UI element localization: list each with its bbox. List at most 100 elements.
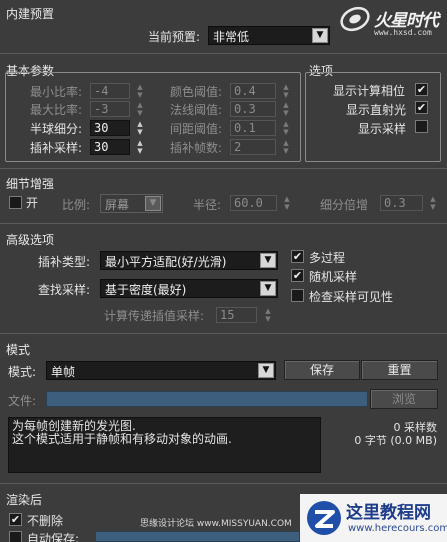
after-render-section-title: 渲染后 xyxy=(6,493,43,507)
interp-samples-label: 插补采样: xyxy=(30,141,83,155)
preset-section-title: 内建预置 xyxy=(6,7,55,21)
chevron-down-icon[interactable]: ▼ xyxy=(260,253,276,268)
spinner-arrows-icon[interactable]: ▲ ▼ xyxy=(135,120,145,136)
clr-thresh-field[interactable]: 0.4 xyxy=(230,83,276,99)
hemi-subdivs-field[interactable]: 30 xyxy=(90,120,130,136)
interp-frames-field[interactable]: 2 xyxy=(230,139,276,155)
watermark-url: www.herecours.com xyxy=(348,523,447,534)
current-preset-dropdown[interactable]: 非常低 ▼ xyxy=(208,26,330,45)
spinner-arrows-icon[interactable]: ▲ ▼ xyxy=(282,195,292,211)
dont-delete-label: 不删除 xyxy=(27,514,64,528)
detail-scale-value: 屏幕 xyxy=(105,198,130,212)
logo-url: www.hxsd.com xyxy=(374,28,432,37)
separator xyxy=(0,168,447,169)
nrm-thresh-field[interactable]: 0.3 xyxy=(230,101,276,117)
spinner-arrows-icon[interactable]: ▲ ▼ xyxy=(281,120,291,136)
hemi-subdivs-label: 半球细分: xyxy=(30,122,83,136)
spinner-arrows-icon[interactable]: ▲ ▼ xyxy=(135,83,145,99)
watermark-left: 思缘设计论坛 www.MISSYUAN.COM xyxy=(140,519,292,529)
max-rate-label: 最大比率: xyxy=(30,103,83,117)
dist-thresh-field[interactable]: 0.1 xyxy=(230,120,276,136)
mode-value: 单帧 xyxy=(51,365,76,379)
max-rate-spinner[interactable]: -3 ▲ ▼ xyxy=(90,101,150,117)
lookup-samples-dropdown[interactable]: 基于密度(最好) ▼ xyxy=(100,279,278,298)
detail-radius-spinner[interactable]: 60.0 ▲ ▼ xyxy=(230,195,296,211)
watermark-title: 这里教程网 xyxy=(346,503,431,523)
nrm-thresh-spinner[interactable]: 0.3 ▲ ▼ xyxy=(230,101,295,117)
current-preset-label: 当前预置: xyxy=(148,30,201,44)
min-rate-label: 最小比率: xyxy=(30,85,83,99)
detail-radius-label: 半径: xyxy=(193,198,222,212)
detail-scale-dropdown[interactable]: 屏幕 ▼ xyxy=(100,194,163,213)
reset-button[interactable]: 重置 xyxy=(361,360,438,380)
advanced-section-title: 高级选项 xyxy=(6,233,55,247)
calc-pass-field[interactable]: 15 xyxy=(216,307,257,323)
clr-thresh-spinner[interactable]: 0.4 ▲ ▼ xyxy=(230,83,295,99)
show-calc-phase-label: 显示计算相位 xyxy=(333,84,406,98)
interp-samples-spinner[interactable]: 30 ▲ ▼ xyxy=(90,139,150,155)
dist-thresh-label: 间距阈值: xyxy=(170,122,223,136)
show-direct-light-checkbox[interactable]: ✔ xyxy=(415,101,428,114)
chevron-down-icon[interactable]: ▼ xyxy=(145,196,161,211)
auto-save-label: 自动保存: xyxy=(27,532,80,542)
spinner-arrows-icon[interactable]: ▲ ▼ xyxy=(281,83,291,99)
interp-type-label: 插补类型: xyxy=(38,255,91,269)
chevron-down-icon[interactable]: ▼ xyxy=(260,281,276,296)
randomize-label: 随机采样 xyxy=(309,270,358,284)
detail-radius-field[interactable]: 60.0 xyxy=(230,195,277,211)
browse-button[interactable]: 浏览 xyxy=(370,389,438,409)
watermark-right: 这里教程网 www.herecours.com xyxy=(300,494,447,542)
mode-label: 模式: xyxy=(8,365,37,379)
spinner-arrows-icon[interactable]: ▲ ▼ xyxy=(428,195,438,211)
spinner-arrows-icon[interactable]: ▲ ▼ xyxy=(281,139,291,155)
spinner-arrows-icon[interactable]: ▲ ▼ xyxy=(263,307,273,323)
detail-section-title: 细节增强 xyxy=(6,177,55,191)
mode-description: 为每帧创建新的发光图. 这个模式适用于静帧和有移动对象的动画. xyxy=(8,417,321,473)
show-calc-phase-checkbox[interactable]: ✔ xyxy=(415,83,428,96)
dist-thresh-spinner[interactable]: 0.1 ▲ ▼ xyxy=(230,120,295,136)
interp-frames-spinner[interactable]: 2 ▲ ▼ xyxy=(230,139,295,155)
min-rate-field[interactable]: -4 xyxy=(90,83,130,99)
separator xyxy=(0,483,447,484)
calc-pass-label: 计算传递插值采样: xyxy=(104,309,205,323)
separator xyxy=(0,333,447,334)
check-visibility-checkbox[interactable] xyxy=(291,289,304,302)
watermark-logo-icon xyxy=(307,501,341,535)
show-direct-light-label: 显示直射光 xyxy=(346,103,407,117)
spinner-arrows-icon[interactable]: ▲ ▼ xyxy=(135,139,145,155)
dont-delete-checkbox[interactable]: ✔ xyxy=(9,513,22,526)
interp-frames-label: 插补帧数: xyxy=(170,141,223,155)
multipass-label: 多过程 xyxy=(309,251,346,265)
multipass-checkbox[interactable]: ✔ xyxy=(291,250,304,263)
auto-save-path-field[interactable] xyxy=(95,531,300,542)
lookup-samples-label: 查找采样: xyxy=(38,283,91,297)
calc-pass-spinner[interactable]: 15 ▲ ▼ xyxy=(216,307,276,323)
max-rate-field[interactable]: -3 xyxy=(90,101,130,117)
show-samples-checkbox[interactable] xyxy=(415,120,428,133)
save-button[interactable]: 保存 xyxy=(284,360,360,380)
detail-on-checkbox[interactable] xyxy=(9,196,22,209)
chevron-down-icon[interactable]: ▼ xyxy=(258,363,274,378)
mode-dropdown[interactable]: 单帧 ▼ xyxy=(46,361,276,380)
auto-save-checkbox[interactable] xyxy=(9,531,22,542)
min-rate-spinner[interactable]: -4 ▲ ▼ xyxy=(90,83,150,99)
detail-subdivs-mult-spinner[interactable]: 0.3 ▲ ▼ xyxy=(380,195,441,211)
detail-on-label: 开 xyxy=(26,196,39,210)
check-visibility-label: 检查采样可见性 xyxy=(309,290,394,304)
file-label: 文件: xyxy=(8,394,37,408)
detail-subdivs-mult-field[interactable]: 0.3 xyxy=(380,195,423,211)
chevron-down-icon[interactable]: ▼ xyxy=(312,28,328,43)
spinner-arrows-icon[interactable]: ▲ ▼ xyxy=(135,101,145,117)
spinner-arrows-icon[interactable]: ▲ ▼ xyxy=(281,101,291,117)
separator xyxy=(0,223,447,224)
randomize-checkbox[interactable]: ✔ xyxy=(291,269,304,282)
interp-type-dropdown[interactable]: 最小平方适配(好/光滑) ▼ xyxy=(100,251,278,270)
logo-swirl-icon xyxy=(340,6,370,32)
interp-samples-field[interactable]: 30 xyxy=(90,139,130,155)
logo: 火星时代 www.hxsd.com xyxy=(338,2,446,46)
file-path-field[interactable] xyxy=(46,391,368,407)
hemi-subdivs-spinner[interactable]: 30 ▲ ▼ xyxy=(90,120,150,136)
mode-section-title: 模式 xyxy=(6,343,31,357)
lookup-samples-value: 基于密度(最好) xyxy=(105,283,187,297)
bytes-stat: 0 字节 (0.0 MB) xyxy=(354,434,437,447)
